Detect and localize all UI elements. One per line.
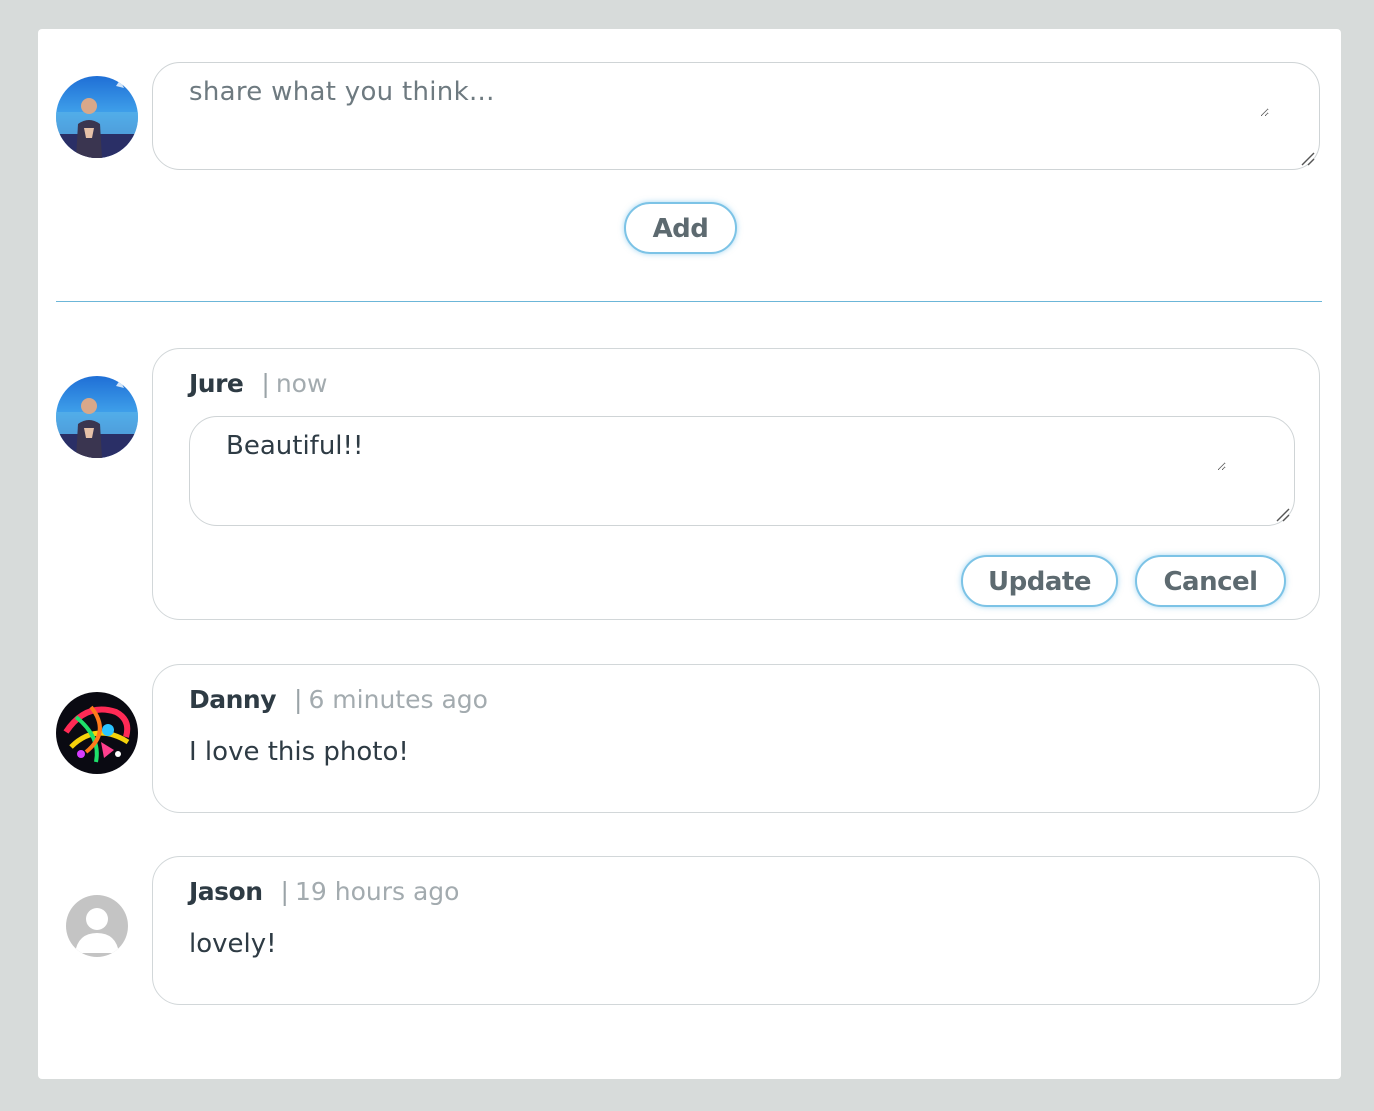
default-avatar-icon [66, 895, 128, 957]
comment-header: Jure | now [189, 369, 327, 398]
header-separator: | [280, 877, 289, 906]
current-user-avatar [56, 76, 138, 158]
comment-time: now [275, 369, 328, 398]
header-separator: | [294, 685, 303, 714]
comment-text: I love this photo! [189, 737, 409, 767]
update-button[interactable]: Update [961, 555, 1118, 607]
comment-avatar-jason [66, 895, 128, 957]
user-photo-icon [56, 376, 138, 458]
header-separator: | [261, 369, 270, 398]
comment-text: lovely! [189, 929, 277, 959]
edit-comment-box [189, 416, 1295, 526]
new-comment-box [152, 62, 1320, 170]
comment-card: Jure |now Update Cancel [152, 348, 1320, 620]
comment-time: 19 hours ago [294, 877, 460, 906]
resize-grip-icon[interactable] [1301, 152, 1315, 166]
comments-panel: Add Jure|now [38, 29, 1341, 1079]
add-comment-button[interactable]: Add [624, 202, 737, 254]
comment-author: Danny [189, 685, 277, 714]
comment-avatar-danny [56, 692, 138, 774]
new-comment-input[interactable] [189, 77, 1269, 117]
comment-time: 6 minutes ago [308, 685, 488, 714]
divider [56, 301, 1322, 302]
comment-card: Jason | 19 hours ago lovely! [152, 856, 1320, 1005]
cancel-button[interactable]: Cancel [1135, 555, 1286, 607]
comment-header: Danny | 6 minutes ago [189, 685, 488, 714]
comment-card: Danny | 6 minutes ago I love this photo! [152, 664, 1320, 813]
comment-author: Jure [189, 369, 244, 398]
comment-author: Jason [189, 877, 263, 906]
abstract-art-photo-icon [56, 692, 138, 774]
comment-header: Jason | 19 hours ago [189, 877, 459, 906]
edit-comment-input[interactable] [226, 431, 1226, 471]
user-photo-icon [56, 76, 138, 158]
comment-avatar-jure [56, 376, 138, 458]
resize-grip-icon[interactable] [1276, 508, 1290, 522]
